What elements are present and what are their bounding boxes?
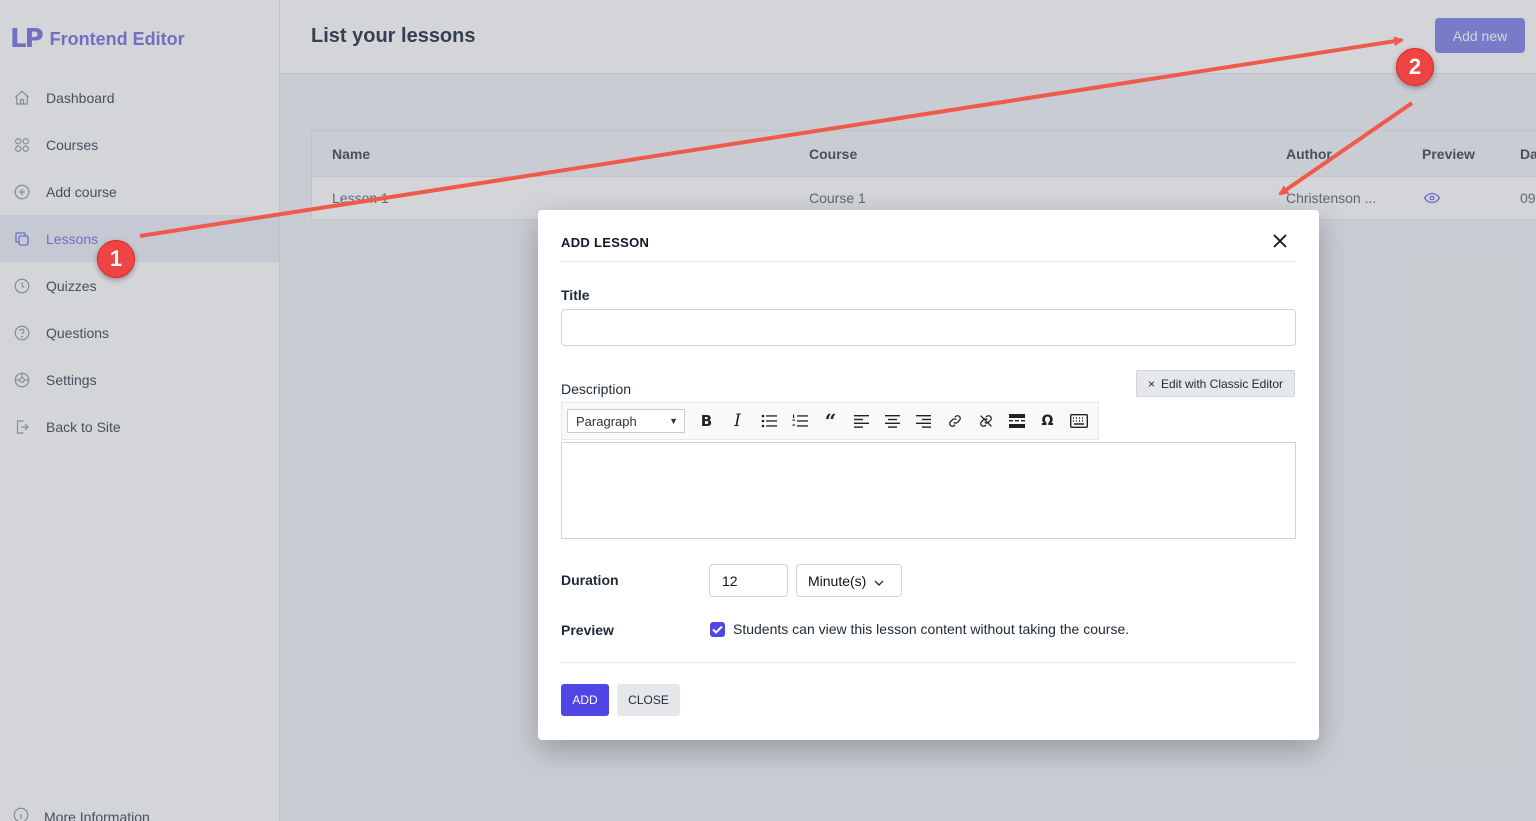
duration-unit-select[interactable]: Minute(s) [796, 564, 902, 597]
numbered-list-icon[interactable] [784, 407, 815, 435]
link-icon[interactable] [939, 407, 970, 435]
classic-editor-label: Edit with Classic Editor [1160, 376, 1284, 391]
description-label: Description [561, 381, 632, 397]
close-icon: × [1147, 376, 1155, 391]
title-input[interactable] [561, 309, 1296, 346]
edit-with-classic-editor-button[interactable]: × Edit with Classic Editor [1136, 370, 1295, 397]
read-more-icon[interactable] [1001, 407, 1032, 435]
close-button[interactable]: CLOSE [617, 684, 680, 716]
duration-input[interactable]: 12 [709, 564, 788, 597]
special-char-icon[interactable]: Ω [1032, 407, 1063, 435]
add-button[interactable]: ADD [561, 684, 609, 716]
preview-checkbox[interactable] [710, 622, 725, 637]
annotation-badge-1: 1 [97, 240, 135, 278]
bullet-list-icon[interactable] [753, 407, 784, 435]
add-lesson-modal: ADD LESSON Title Description × Edit with… [538, 210, 1319, 740]
bold-icon[interactable]: B [691, 407, 722, 435]
title-label: Title [561, 287, 590, 303]
description-editor[interactable] [561, 442, 1296, 539]
blockquote-icon[interactable]: “ [815, 407, 846, 435]
caret-down-icon: ▼ [669, 416, 678, 426]
editor-toolbar: Paragraph ▼ B I “ Ω [561, 402, 1099, 440]
preview-label: Preview [561, 622, 614, 638]
italic-icon[interactable]: I [722, 407, 753, 435]
format-select-value: Paragraph [576, 413, 637, 429]
keyboard-icon[interactable] [1063, 407, 1094, 435]
duration-unit-value: Minute(s) [808, 572, 867, 589]
modal-divider [561, 662, 1296, 663]
paragraph-format-select[interactable]: Paragraph ▼ [567, 409, 685, 433]
align-left-icon[interactable] [846, 407, 877, 435]
align-center-icon[interactable] [877, 407, 908, 435]
modal-header: ADD LESSON [561, 210, 1296, 262]
chevron-down-icon [874, 573, 884, 589]
modal-title: ADD LESSON [561, 235, 650, 250]
annotation-badge-2: 2 [1396, 48, 1434, 86]
duration-label: Duration [561, 572, 619, 588]
close-icon[interactable] [1270, 232, 1290, 252]
unlink-icon[interactable] [970, 407, 1001, 435]
align-right-icon[interactable] [908, 407, 939, 435]
preview-checkbox-label[interactable]: Students can view this lesson content wi… [733, 621, 1129, 637]
